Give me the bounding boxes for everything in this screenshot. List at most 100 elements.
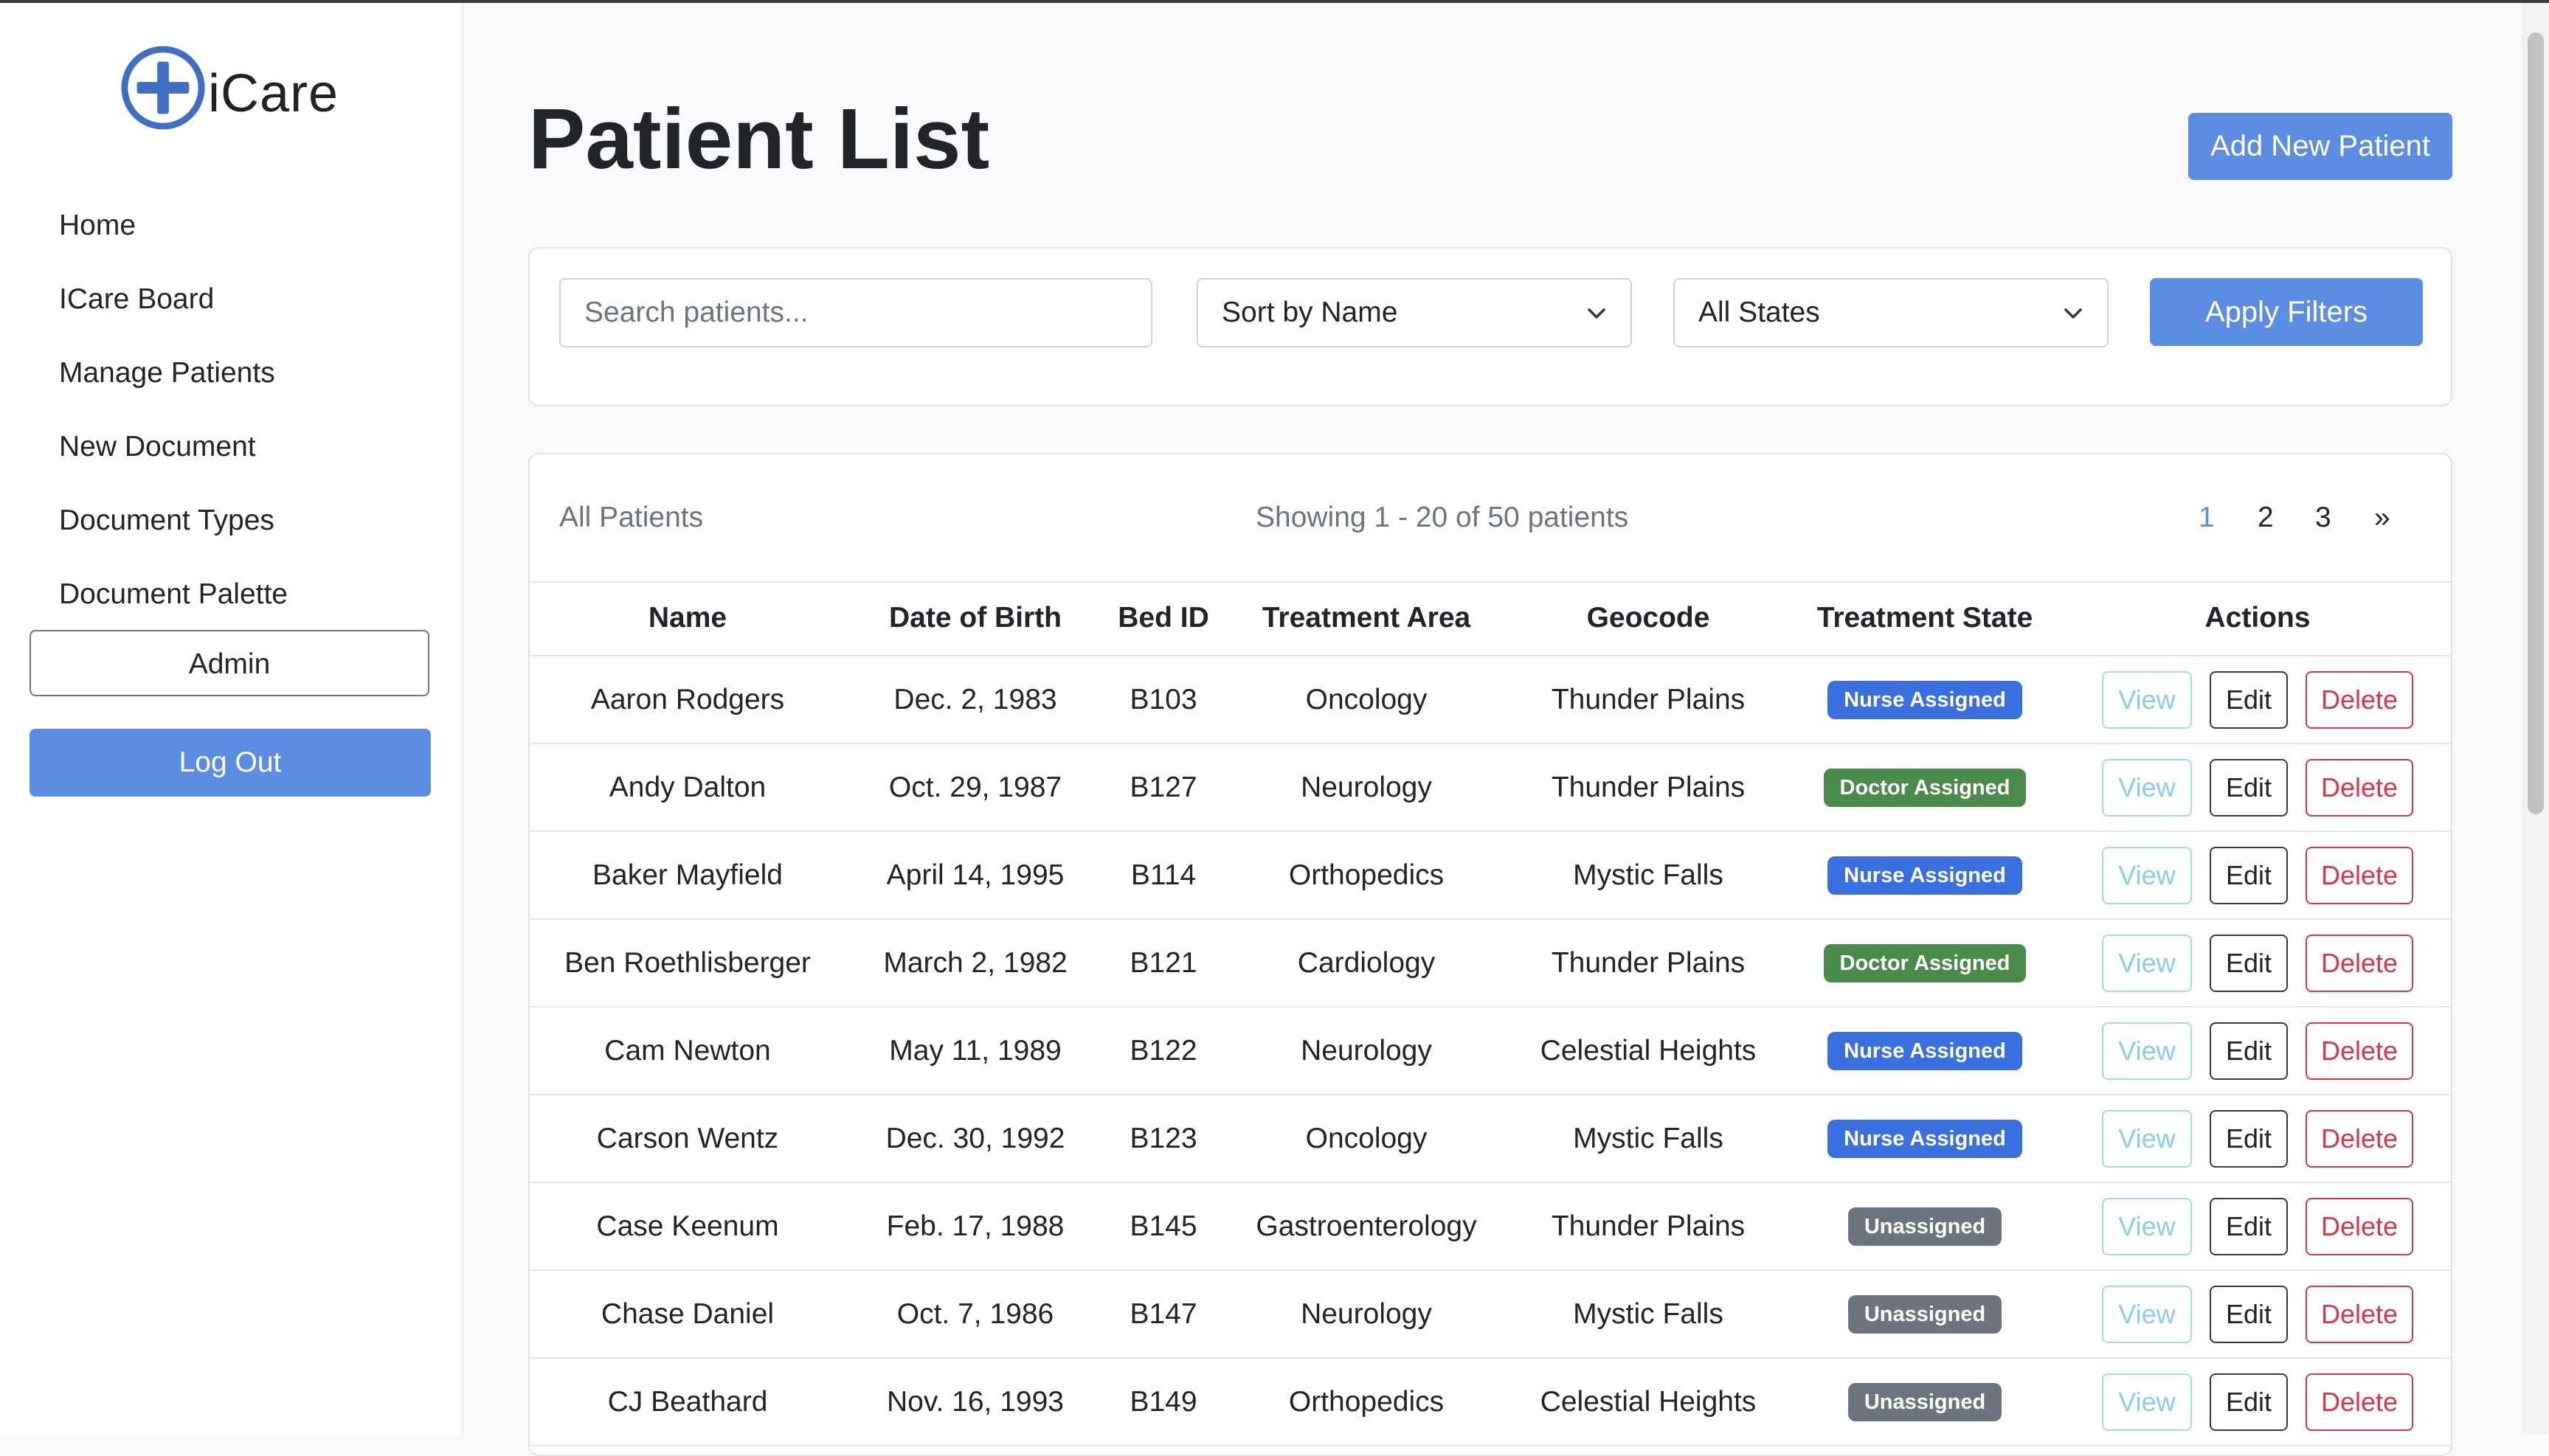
patient-name: Carson Wentz	[530, 1095, 845, 1183]
patient-geocode: Celestial Heights	[1511, 1358, 1785, 1446]
patient-table-card: All Patients Showing 1 - 20 of 50 patien…	[528, 453, 2452, 1456]
patient-name: Chase Daniel	[530, 1270, 845, 1359]
view-button[interactable]: View	[2102, 1197, 2192, 1255]
delete-button[interactable]: Delete	[2306, 934, 2413, 992]
patient-name: Baker Mayfield	[530, 831, 845, 920]
chevron-down-icon	[1588, 308, 1605, 319]
admin-button[interactable]: Admin	[30, 630, 429, 696]
patient-dob: Dec. 30, 1992	[845, 1095, 1105, 1183]
add-new-patient-button[interactable]: Add New Patient	[2188, 113, 2452, 180]
apply-filters-button[interactable]: Apply Filters	[2150, 278, 2423, 346]
table-row: Chase Daniel Oct. 7, 1986 B147 Neurology Mys…	[530, 1270, 2451, 1359]
page-link-1[interactable]: 1	[2199, 502, 2215, 534]
column-header-bed-id[interactable]: Bed ID	[1105, 581, 1222, 656]
sort-select-value: Sort by Name	[1222, 297, 1398, 328]
edit-button[interactable]: Edit	[2210, 1373, 2288, 1431]
patient-bed-id: B127	[1105, 743, 1222, 832]
edit-button[interactable]: Edit	[2210, 1285, 2288, 1343]
table-row: Case Keenum Feb. 17, 1988 B145 Gastroentero…	[530, 1182, 2451, 1271]
column-header-treatment-area[interactable]: Treatment Area	[1222, 581, 1511, 656]
patient-geocode: Mystic Falls	[1511, 1270, 1785, 1359]
delete-button[interactable]: Delete	[2306, 1022, 2413, 1080]
delete-button[interactable]: Delete	[2306, 1373, 2413, 1431]
sidebar-item-document-palette[interactable]: Document Palette	[59, 558, 288, 631]
row-actions: View Edit Delete	[2064, 758, 2451, 817]
search-input[interactable]: Search patients...	[559, 278, 1152, 347]
view-button[interactable]: View	[2102, 1022, 2192, 1080]
patient-dob: Oct. 29, 1987	[845, 743, 1105, 832]
patient-treatment-area: Neurology	[1222, 743, 1511, 832]
actions-cell: View Edit Delete	[2064, 919, 2451, 1008]
patient-name: Ben Roethlisberger	[530, 919, 845, 1008]
patient-treatment-area: Neurology	[1222, 1007, 1511, 1095]
page-link-2[interactable]: 2	[2258, 502, 2274, 534]
patient-geocode: Mystic Falls	[1511, 1095, 1785, 1183]
view-button[interactable]: View	[2102, 758, 2192, 817]
delete-button[interactable]: Delete	[2306, 1197, 2413, 1255]
sidebar-item-manage-patients[interactable]: Manage Patients	[59, 336, 288, 410]
delete-button[interactable]: Delete	[2306, 670, 2413, 729]
actions-cell: View Edit Delete	[2064, 743, 2451, 832]
delete-button[interactable]: Delete	[2306, 758, 2413, 817]
edit-button[interactable]: Edit	[2210, 670, 2288, 729]
edit-button[interactable]: Edit	[2210, 846, 2288, 904]
patient-name: CJ Beathard	[530, 1358, 845, 1446]
view-button[interactable]: View	[2102, 846, 2192, 904]
state-select[interactable]: All States	[1673, 278, 2109, 347]
column-header-dob[interactable]: Date of Birth	[845, 581, 1105, 656]
patient-name: Andy Dalton	[530, 743, 845, 832]
patient-bed-id: B147	[1105, 1270, 1222, 1359]
view-button[interactable]: View	[2102, 934, 2192, 992]
sidebar-item-icare-board[interactable]: ICare Board	[59, 263, 288, 336]
patient-treatment-area: Orthopedics	[1222, 831, 1511, 920]
next-page-link[interactable]: »	[2374, 502, 2390, 534]
state-select-value: All States	[1698, 297, 1820, 328]
column-header-name[interactable]: Name	[530, 581, 845, 656]
patient-treatment-area: Orthopedics	[1222, 1358, 1511, 1446]
actions-cell: View Edit Delete	[2064, 1007, 2451, 1095]
delete-button[interactable]: Delete	[2306, 1109, 2413, 1168]
patient-geocode: Thunder Plains	[1511, 1182, 1785, 1271]
view-button[interactable]: View	[2102, 1285, 2192, 1343]
page-scrollbar[interactable]	[2522, 3, 2549, 1435]
view-button[interactable]: View	[2102, 1109, 2192, 1168]
sidebar-item-new-document[interactable]: New Document	[59, 410, 288, 484]
patient-dob: April 14, 1995	[845, 831, 1105, 920]
patient-name: Case Keenum	[530, 1182, 845, 1271]
edit-button[interactable]: Edit	[2210, 934, 2288, 992]
app-logo[interactable]: iCare	[120, 41, 339, 134]
row-actions: View Edit Delete	[2064, 846, 2451, 904]
column-header-geocode[interactable]: Geocode	[1511, 581, 1785, 656]
table-row: Cam Newton May 11, 1989 B122 Neurology Celes…	[530, 1007, 2451, 1095]
sidebar-item-document-types[interactable]: Document Types	[59, 484, 288, 558]
row-actions: View Edit Delete	[2064, 1373, 2451, 1431]
edit-button[interactable]: Edit	[2210, 758, 2288, 817]
view-button[interactable]: View	[2102, 1373, 2192, 1431]
status-badge: Nurse Assigned	[1827, 1031, 2022, 1070]
status-badge: Unassigned	[1847, 1207, 2002, 1246]
view-button[interactable]: View	[2102, 670, 2192, 729]
patient-bed-id: B149	[1105, 1358, 1222, 1446]
page-link-3[interactable]: 3	[2315, 502, 2331, 534]
row-actions: View Edit Delete	[2064, 670, 2451, 729]
delete-button[interactable]: Delete	[2306, 846, 2413, 904]
actions-cell: View Edit Delete	[2064, 1182, 2451, 1271]
patient-geocode: Mystic Falls	[1511, 831, 1785, 920]
list-heading: All Patients	[559, 502, 704, 533]
sort-select[interactable]: Sort by Name	[1197, 278, 1632, 347]
scrollbar-thumb[interactable]	[2528, 32, 2544, 814]
patient-dob: May 11, 1989	[845, 1007, 1105, 1095]
treatment-state-cell: Nurse Assigned	[1785, 1007, 2064, 1095]
patient-table: Name Date of Birth Bed ID Treatment Area…	[530, 581, 2451, 1446]
delete-button[interactable]: Delete	[2306, 1285, 2413, 1343]
edit-button[interactable]: Edit	[2210, 1197, 2288, 1255]
row-actions: View Edit Delete	[2064, 934, 2451, 992]
table-row: Andy Dalton Oct. 29, 1987 B127 Neurology Thu…	[530, 743, 2451, 832]
edit-button[interactable]: Edit	[2210, 1022, 2288, 1080]
sidebar-item-home[interactable]: Home	[59, 189, 288, 263]
column-header-treatment-state[interactable]: Treatment State	[1785, 581, 2064, 656]
logout-button[interactable]: Log Out	[30, 729, 431, 797]
treatment-state-cell: Doctor Assigned	[1785, 919, 2064, 1008]
edit-button[interactable]: Edit	[2210, 1109, 2288, 1168]
patient-bed-id: B103	[1105, 656, 1222, 744]
